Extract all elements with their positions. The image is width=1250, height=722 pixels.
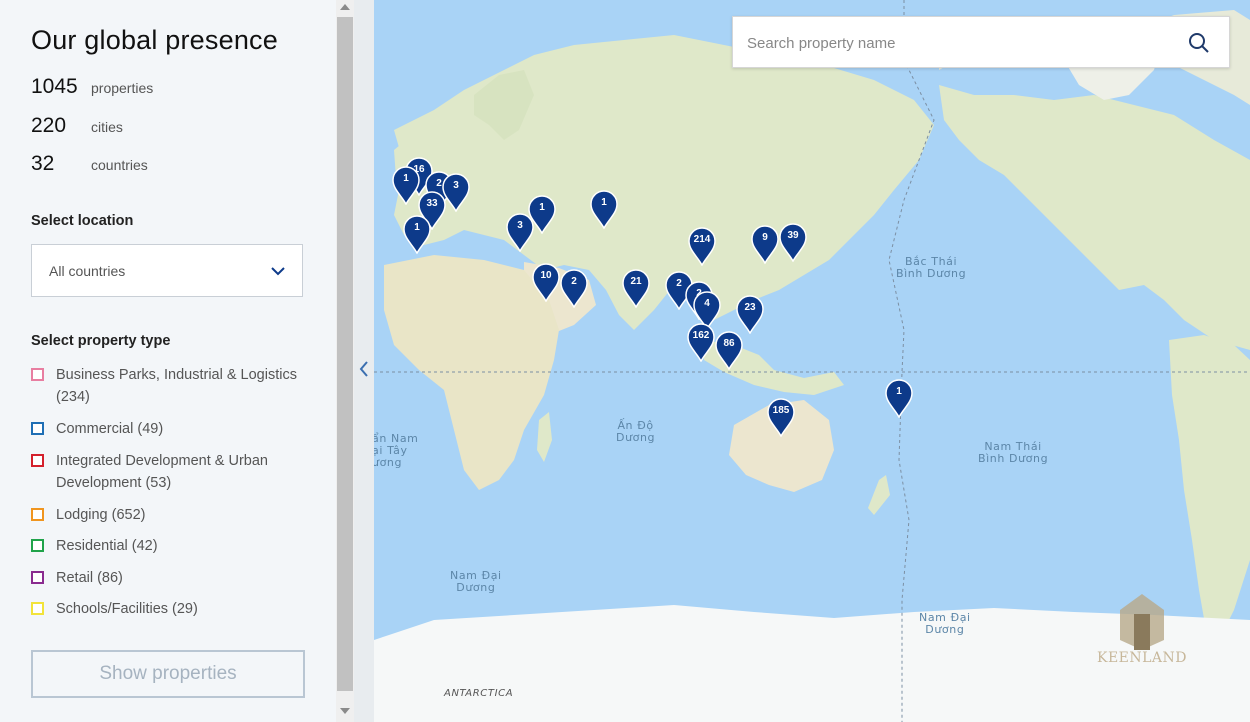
- map-pin-icon: [687, 323, 715, 362]
- watermark-text: KEENLAND: [1096, 650, 1188, 666]
- map-marker[interactable]: 9: [750, 224, 780, 264]
- map-marker-count: 86: [723, 338, 735, 349]
- page-title: Our global presence: [31, 25, 278, 55]
- stat-value: 220: [31, 114, 67, 137]
- map-marker-count: 39: [787, 230, 799, 241]
- property-type-label: Business Parks, Industrial & Logistics (…: [56, 367, 297, 405]
- map-marker-count: 33: [426, 198, 438, 209]
- ocean-label-southern-right: Nam Đại Dương: [919, 611, 971, 636]
- chevron-down-icon: [271, 267, 285, 276]
- map-pin-icon: [403, 215, 431, 254]
- map-marker-count: 21: [630, 276, 642, 287]
- map-marker-count: 185: [772, 405, 790, 416]
- property-type-business-parks[interactable]: Business Parks, Industrial & Logistics (…: [31, 364, 301, 408]
- stat-countries: 32 countries: [31, 152, 148, 176]
- stat-value: 1045: [31, 75, 78, 98]
- map-marker[interactable]: 1: [589, 189, 619, 229]
- map-pin-icon: [767, 398, 795, 437]
- map-marker-count: 1: [896, 386, 902, 397]
- property-type-label: Commercial (49): [56, 421, 164, 437]
- map-marker-count: 162: [692, 330, 710, 341]
- map-marker[interactable]: 2: [559, 268, 589, 308]
- map-marker[interactable]: 23: [735, 294, 765, 334]
- map-pin-icon: [751, 225, 779, 264]
- map-marker[interactable]: 185: [766, 397, 796, 437]
- ocean-label-south-atlantic: ẩn Nam ại Tây ương: [374, 432, 419, 469]
- sidebar-panel: Our global presence 1045 properties 220 …: [0, 0, 336, 722]
- map-pin-icon: [779, 223, 807, 262]
- ocean-label-south-pacific: Nam Thái Bình Dương: [978, 440, 1049, 465]
- map-marker[interactable]: 86: [714, 330, 744, 370]
- map-marker-count: 9: [762, 232, 768, 243]
- checkbox[interactable]: [31, 602, 44, 615]
- map-pin-icon: [885, 379, 913, 418]
- map-marker-count: 3: [517, 220, 523, 231]
- map-marker-count: 10: [540, 270, 552, 281]
- property-type-commercial[interactable]: Commercial (49): [31, 418, 301, 440]
- map-marker[interactable]: 21: [621, 268, 651, 308]
- location-value: All countries: [49, 263, 126, 279]
- scroll-down-arrow-icon[interactable]: [340, 708, 350, 714]
- map-pin-icon: [506, 213, 534, 252]
- map-marker[interactable]: 39: [778, 222, 808, 262]
- sidebar-scrollbar[interactable]: [336, 0, 354, 722]
- search-box: [732, 16, 1230, 68]
- property-type-lodging[interactable]: Lodging (652): [31, 504, 301, 526]
- map-marker[interactable]: 3: [505, 212, 535, 252]
- scrollbar-thumb[interactable]: [337, 17, 353, 691]
- map-marker-count: 4: [704, 298, 710, 309]
- map-marker-count: 2: [571, 276, 577, 287]
- checkbox[interactable]: [31, 571, 44, 584]
- select-location-label: Select location: [31, 213, 134, 229]
- map-marker-count: 23: [744, 302, 756, 313]
- ocean-label-indian: Ấn Độ Dương: [616, 419, 656, 444]
- stat-cities: 220 cities: [31, 114, 123, 138]
- chevron-left-icon[interactable]: [356, 358, 372, 380]
- property-type-label: Residential (42): [56, 538, 158, 554]
- map-marker-count: 1: [403, 173, 409, 184]
- property-type-residential[interactable]: Residential (42): [31, 535, 301, 557]
- checkbox[interactable]: [31, 539, 44, 552]
- stat-properties: 1045 properties: [31, 75, 153, 99]
- show-properties-button[interactable]: Show properties: [31, 650, 305, 698]
- ocean-label-southern-left: Nam Đại Dương: [450, 569, 502, 594]
- property-type-label: Integrated Development & Urban Developme…: [56, 453, 268, 491]
- ocean-label-north-pacific: Bắc Thái Bình Dương: [896, 255, 967, 280]
- map-pin-icon: [622, 269, 650, 308]
- checkbox[interactable]: [31, 368, 44, 381]
- map-pin-icon: [688, 227, 716, 266]
- map-pin-icon: [560, 269, 588, 308]
- stat-value: 32: [31, 152, 55, 175]
- checkbox[interactable]: [31, 508, 44, 521]
- stat-label: cities: [91, 119, 123, 135]
- map-marker[interactable]: 1: [884, 378, 914, 418]
- map-marker-count: 1: [601, 197, 607, 208]
- property-type-retail[interactable]: Retail (86): [31, 567, 301, 589]
- map-marker[interactable]: 162: [686, 322, 716, 362]
- continent-label-antarctica: ANTARCTICA: [444, 688, 514, 699]
- map-pin-icon: [715, 331, 743, 370]
- checkbox[interactable]: [31, 422, 44, 435]
- map-pin-icon: [532, 263, 560, 302]
- map-marker[interactable]: 1: [402, 214, 432, 254]
- location-dropdown[interactable]: All countries: [31, 244, 303, 297]
- scroll-up-arrow-icon[interactable]: [340, 4, 350, 10]
- map-marker[interactable]: 10: [531, 262, 561, 302]
- map-pin-icon: [736, 295, 764, 334]
- select-property-type-label: Select property type: [31, 333, 171, 349]
- checkbox[interactable]: [31, 454, 44, 467]
- map-marker[interactable]: 214: [687, 226, 717, 266]
- stat-label: countries: [91, 157, 148, 173]
- map-marker-count: 214: [693, 234, 711, 245]
- property-type-label: Schools/Facilities (29): [56, 601, 198, 617]
- property-type-schools[interactable]: Schools/Facilities (29): [31, 598, 301, 620]
- property-type-label: Retail (86): [56, 570, 123, 586]
- search-input[interactable]: [745, 30, 1169, 56]
- search-icon[interactable]: [1187, 31, 1211, 55]
- property-type-label: Lodging (652): [56, 507, 146, 523]
- property-type-integrated-development[interactable]: Integrated Development & Urban Developme…: [31, 450, 301, 494]
- map-pin-icon: [590, 190, 618, 229]
- map-marker-count: 1: [414, 222, 420, 233]
- stat-label: properties: [91, 80, 154, 96]
